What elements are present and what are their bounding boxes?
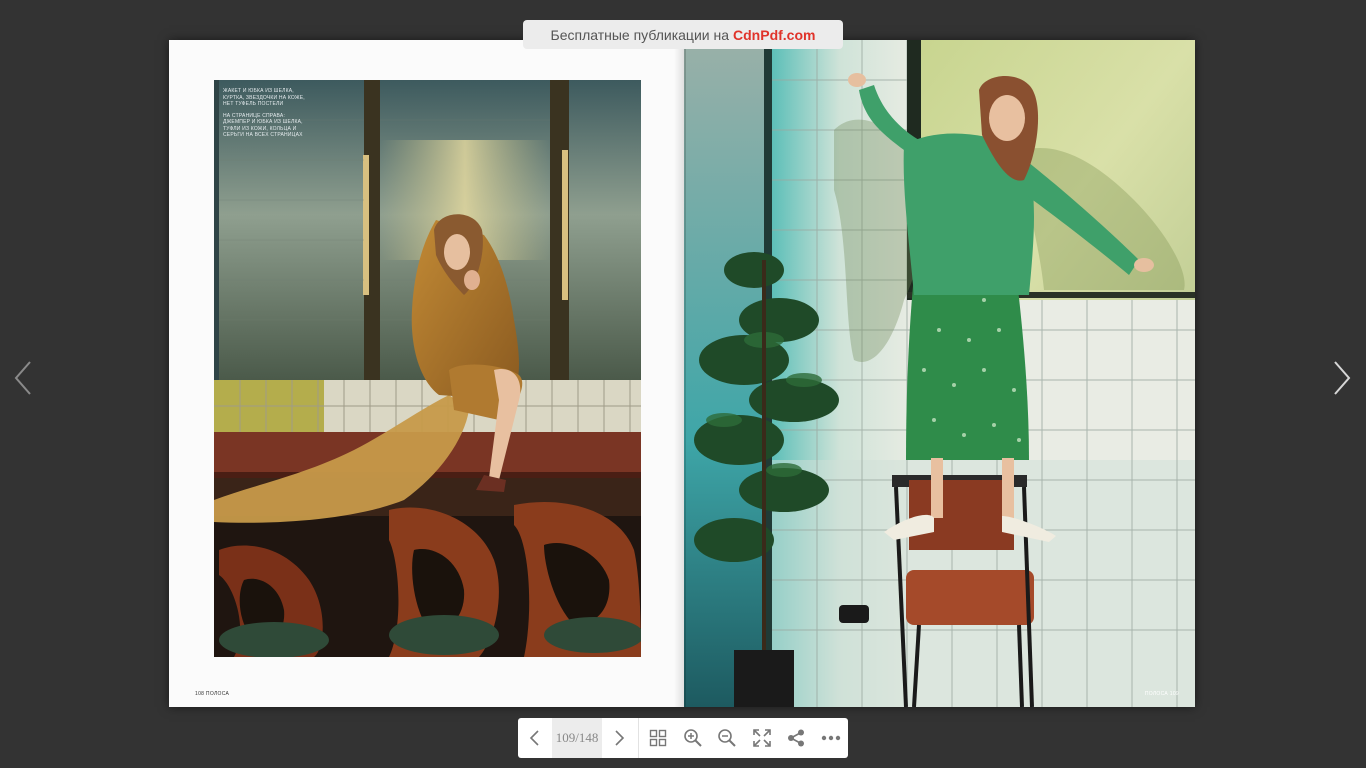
banner-brand-link[interactable]: CdnPdf.com <box>733 27 815 43</box>
thumbnails-button[interactable] <box>641 718 675 758</box>
page-right[interactable]: ПОЛОСА 109 <box>684 40 1195 707</box>
next-page-button[interactable] <box>602 718 636 758</box>
prev-spread-arrow[interactable] <box>10 358 40 398</box>
viewer-toolbar: 109/148 <box>518 718 848 758</box>
next-spread-arrow[interactable] <box>1327 358 1357 398</box>
page-number-left: 108 ПОЛОСА <box>195 691 230 697</box>
promo-banner[interactable]: Бесплатные публикации на CdnPdf.com <box>523 20 843 49</box>
chevron-right-icon <box>1334 361 1351 395</box>
fullscreen-icon <box>753 729 771 747</box>
grid-icon <box>650 729 667 747</box>
zoom-out-button[interactable] <box>710 718 744 758</box>
chevron-left-icon <box>530 730 539 746</box>
page-indicator[interactable]: 109/148 <box>552 718 602 758</box>
caption-paragraph-2: НА СТРАНИЦЕ СПРАВА: ДЖЕМПЕР И ЮБКА ИЗ ШЕ… <box>223 112 303 139</box>
spread-spine <box>674 40 686 707</box>
share-button[interactable] <box>779 718 813 758</box>
photo-caption: ЖАКЕТ И ЮБКА ИЗ ШЕЛКА, КУРТКА, ЗВЕЗДОЧКИ… <box>223 88 308 144</box>
zoom-in-icon <box>684 729 702 747</box>
banner-text: Бесплатные публикации на <box>550 26 730 43</box>
fashion-photo-left: ЖАКЕТ И ЮБКА ИЗ ШЕЛКА, КУРТКА, ЗВЕЗДОЧКИ… <box>214 80 641 657</box>
prev-page-button[interactable] <box>518 718 552 758</box>
page-number-right: ПОЛОСА 109 <box>1144 691 1179 697</box>
photo-woman-green-sweater <box>684 40 1195 707</box>
caption-paragraph-1: ЖАКЕТ И ЮБКА ИЗ ШЕЛКА, КУРТКА, ЗВЕЗДОЧКИ… <box>223 88 305 107</box>
page-left[interactable]: ЖАКЕТ И ЮБКА ИЗ ШЕЛКА, КУРТКА, ЗВЕЗДОЧКИ… <box>169 40 684 707</box>
chevron-left-icon <box>14 361 31 395</box>
magazine-spread[interactable]: ЖАКЕТ И ЮБКА ИЗ ШЕЛКА, КУРТКА, ЗВЕЗДОЧКИ… <box>169 40 1195 707</box>
fullscreen-button[interactable] <box>745 718 779 758</box>
chevron-right-icon <box>615 730 625 746</box>
more-icon <box>821 735 840 741</box>
zoom-in-button[interactable] <box>676 718 710 758</box>
pdf-viewer: Бесплатные публикации на CdnPdf.com ЖАКЕ… <box>0 0 1366 768</box>
zoom-out-icon <box>718 729 737 747</box>
share-icon <box>788 729 805 747</box>
more-button[interactable] <box>814 718 848 758</box>
photo-woman-trench-coat <box>214 80 641 657</box>
toolbar-divider <box>638 718 640 758</box>
